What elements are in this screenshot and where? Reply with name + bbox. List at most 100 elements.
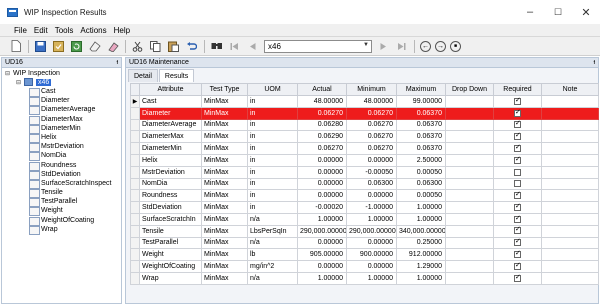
close-button[interactable]: ✕	[572, 0, 600, 24]
cell-note[interactable]	[541, 130, 599, 144]
cell-uom[interactable]: in	[247, 142, 298, 155]
tree-item-nomdia[interactable]: NomDia	[28, 151, 111, 162]
cell-drop-down[interactable]	[445, 201, 494, 214]
row-indicator[interactable]	[130, 142, 140, 155]
cell-note[interactable]	[541, 189, 599, 203]
cell-maximum[interactable]: 912.00000	[396, 248, 446, 262]
cell-note[interactable]	[541, 201, 599, 214]
cell-uom[interactable]: lb	[247, 248, 298, 262]
cell-attribute[interactable]: TestParallel	[139, 236, 202, 250]
cell-test-type[interactable]: MinMax	[201, 189, 248, 203]
cell-uom[interactable]: in	[247, 106, 298, 120]
table-row[interactable]: Wrap MinMax n/a 1.00000 1.00000 1.00000	[130, 271, 599, 285]
cell-actual[interactable]: 0.06270	[297, 142, 347, 155]
cell-maximum[interactable]: 1.00000	[396, 271, 446, 285]
cell-drop-down[interactable]	[445, 165, 494, 179]
cell-drop-down[interactable]	[445, 130, 494, 144]
cut-icon[interactable]	[131, 40, 144, 53]
cell-minimum[interactable]: 0.06270	[346, 118, 397, 132]
cell-maximum[interactable]: 0.06300	[396, 177, 446, 191]
row-indicator[interactable]	[130, 260, 140, 273]
cell-drop-down[interactable]	[445, 177, 494, 191]
cell-attribute[interactable]: Weight	[139, 248, 202, 262]
cell-maximum[interactable]: 0.06370	[396, 142, 446, 155]
record-selector[interactable]: x46 ▼	[264, 39, 372, 53]
cell-note[interactable]	[541, 106, 599, 120]
cell-test-type[interactable]: MinMax	[201, 260, 248, 273]
cell-maximum[interactable]: 0.00050	[396, 165, 446, 179]
row-indicator[interactable]	[130, 165, 140, 179]
cell-maximum[interactable]: 0.25000	[396, 236, 446, 250]
cell-uom[interactable]: in	[247, 95, 298, 108]
cell-uom[interactable]: in	[247, 153, 298, 167]
row-indicator[interactable]	[130, 189, 140, 203]
cell-actual[interactable]: 290,000.00000	[297, 224, 347, 238]
tree-item-wrap[interactable]: Wrap	[28, 225, 111, 236]
cell-note[interactable]	[541, 142, 599, 155]
cell-minimum[interactable]: 290,000.00000	[346, 224, 397, 238]
cell-minimum[interactable]: 0.06300	[346, 177, 397, 191]
collapse-icon[interactable]: ⊟	[16, 79, 24, 86]
cell-attribute[interactable]: WeightOfCoating	[139, 260, 202, 273]
tree-item-diametermax[interactable]: DiameterMax	[28, 115, 111, 125]
cell-minimum[interactable]: 0.06270	[346, 106, 397, 120]
column-header-minimum[interactable]: Minimum	[346, 83, 397, 96]
tree-item-surfacescratchinspect[interactable]: SurfaceScratchInspect	[28, 179, 111, 190]
cell-maximum[interactable]: 0.06370	[396, 130, 446, 144]
tree-record-node[interactable]: ⊟ x46	[16, 78, 52, 86]
table-row[interactable]: Weight MinMax lb 905.00000 900.00000 912.0000…	[130, 248, 599, 262]
column-header-test-type[interactable]: Test Type	[201, 83, 248, 96]
cell-attribute[interactable]: DiameterMin	[139, 142, 202, 155]
cell-drop-down[interactable]	[445, 106, 494, 120]
required-checkbox[interactable]	[514, 108, 521, 117]
table-row[interactable]: DiameterMin MinMax in 0.06270 0.06270 0.06370	[130, 142, 599, 155]
tree-item-diameter[interactable]: Diameter	[28, 96, 111, 107]
cell-note[interactable]	[541, 177, 599, 191]
cell-uom[interactable]: in	[247, 165, 298, 179]
table-row[interactable]: SurfaceScratchIn MinMax n/a 1.00000 1.00000 1…	[130, 212, 599, 226]
first-record-icon[interactable]	[228, 40, 241, 53]
cell-minimum[interactable]: 0.00000	[346, 189, 397, 203]
column-header-required[interactable]: Required	[493, 83, 542, 96]
tree-item-diameteraverage[interactable]: DiameterAverage	[28, 105, 111, 116]
table-row[interactable]: TestParallel MinMax n/a 0.00000 0.00000 0.250…	[130, 236, 599, 250]
tree-item-weightofcoating[interactable]: WeightOfCoating	[28, 216, 111, 226]
collapse-icon[interactable]: ⊟	[5, 70, 13, 77]
cell-actual[interactable]: 0.00000	[297, 189, 347, 203]
cell-uom[interactable]: mg/in^2	[247, 260, 298, 273]
required-checkbox[interactable]	[514, 262, 521, 270]
cell-drop-down[interactable]	[445, 153, 494, 167]
cell-actual[interactable]: -0.00020	[297, 201, 347, 214]
row-indicator[interactable]	[130, 236, 140, 250]
cell-attribute[interactable]: Roundness	[139, 189, 202, 203]
cell-attribute[interactable]: Tensile	[139, 224, 202, 238]
required-checkbox[interactable]	[514, 132, 521, 141]
cell-test-type[interactable]: MinMax	[201, 153, 248, 167]
table-row[interactable]: DiameterMax MinMax in 0.06290 0.06270 0.06370	[130, 130, 599, 144]
undo-icon[interactable]	[185, 40, 198, 53]
cell-note[interactable]	[541, 248, 599, 262]
cell-test-type[interactable]: MinMax	[201, 118, 248, 132]
row-indicator[interactable]	[130, 212, 140, 226]
forward-icon[interactable]: →	[435, 40, 446, 52]
stop-icon[interactable]: ■	[450, 40, 461, 52]
eraser-icon[interactable]	[106, 40, 119, 53]
cell-minimum[interactable]: 0.00000	[346, 153, 397, 167]
cell-drop-down[interactable]	[445, 224, 494, 238]
cell-test-type[interactable]: MinMax	[201, 95, 248, 108]
cell-maximum[interactable]: 99.00000	[396, 95, 446, 108]
cell-attribute[interactable]: Cast	[139, 95, 202, 108]
tree-item-cast[interactable]: Cast	[28, 87, 111, 98]
save-close-icon[interactable]	[52, 40, 65, 53]
required-checkbox[interactable]	[514, 191, 521, 200]
cell-actual[interactable]: 0.00000	[297, 177, 347, 191]
column-header-drop-down[interactable]: Drop Down	[445, 83, 494, 96]
next-record-icon[interactable]	[377, 40, 390, 53]
row-indicator[interactable]	[130, 177, 140, 191]
cell-actual[interactable]: 0.00000	[297, 236, 347, 250]
required-checkbox[interactable]	[514, 96, 521, 105]
cell-minimum[interactable]: 0.06270	[346, 142, 397, 155]
cell-test-type[interactable]: MinMax	[201, 248, 248, 262]
row-indicator[interactable]	[130, 201, 140, 214]
table-row[interactable]: DiameterAverage MinMax in 0.06280 0.06270 0.0…	[130, 118, 599, 132]
